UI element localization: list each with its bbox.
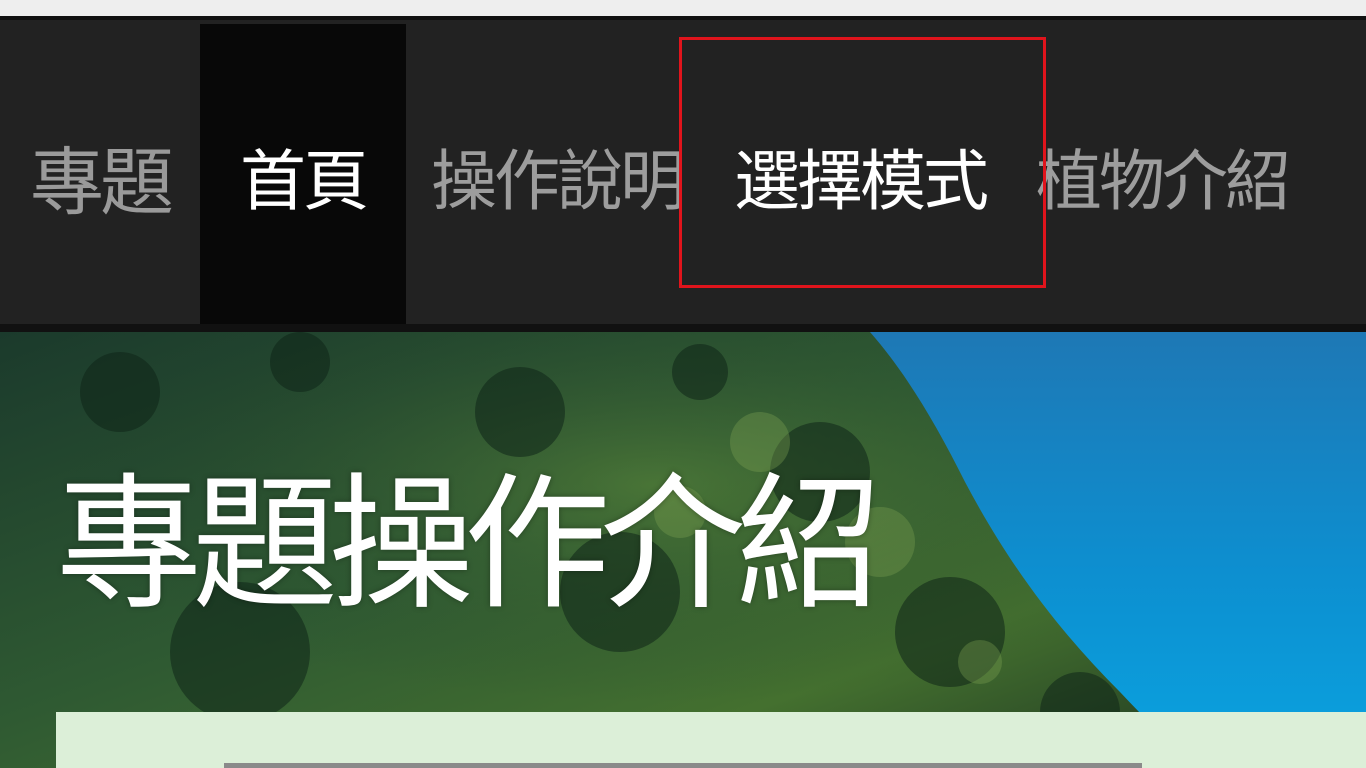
hero-banner: 專題操作介紹 [0, 332, 1366, 768]
nav-item-select-mode[interactable]: 選擇模式 [708, 24, 1012, 328]
nav-item-home[interactable]: 首頁 [200, 24, 406, 328]
brand-title[interactable]: 專題 [0, 24, 200, 328]
content-panel [56, 712, 1366, 768]
nav-item-instructions[interactable]: 操作說明 [406, 24, 708, 328]
navbar-bottom-border [0, 324, 1366, 332]
nav-item-plant-intro[interactable]: 植物介紹 [1012, 24, 1312, 328]
top-navbar: 專題 首頁 操作說明 選擇模式 植物介紹 [0, 16, 1366, 332]
content-divider [224, 763, 1142, 768]
hero-title: 專題操作介紹 [56, 460, 882, 630]
browser-top-strip [0, 0, 1366, 16]
